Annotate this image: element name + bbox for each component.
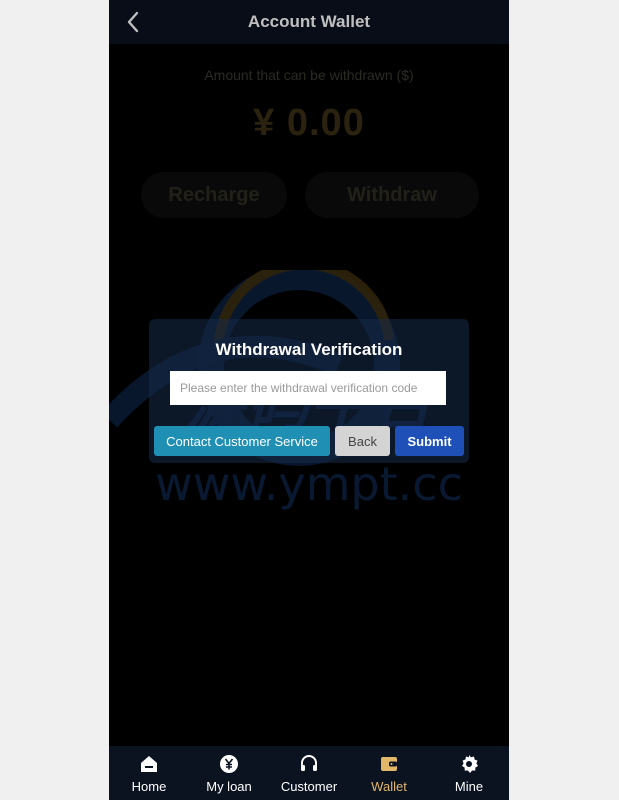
tab-wallet[interactable]: Wallet [349, 746, 429, 800]
tab-home-label: Home [131, 779, 167, 794]
tab-customer[interactable]: Customer [269, 746, 349, 800]
yen-coin-icon [219, 754, 239, 774]
home-icon [139, 754, 159, 774]
verification-code-input[interactable] [170, 371, 446, 405]
wallet-icon [379, 754, 399, 774]
tab-mine[interactable]: Mine [429, 746, 509, 800]
tab-home[interactable]: Home [109, 746, 189, 800]
tab-mine-label: Mine [454, 779, 484, 794]
phone-screen: Account Wallet Amount that can be withdr… [109, 0, 509, 800]
submit-button[interactable]: Submit [395, 426, 464, 456]
tab-my-loan-label: My loan [206, 779, 252, 794]
withdrawal-verification-dialog: Withdrawal Verification Contact Customer… [149, 319, 469, 463]
back-dialog-button[interactable]: Back [335, 426, 390, 456]
tab-wallet-label: Wallet [371, 779, 407, 794]
tab-customer-label: Customer [280, 779, 338, 794]
bottom-tab-bar: Home My loan Customer Wallet Mine [109, 746, 509, 800]
headset-icon [299, 754, 319, 774]
tab-my-loan[interactable]: My loan [189, 746, 269, 800]
gear-icon [459, 754, 479, 774]
contact-customer-service-button[interactable]: Contact Customer Service [154, 426, 330, 456]
dialog-title: Withdrawal Verification [215, 340, 403, 359]
